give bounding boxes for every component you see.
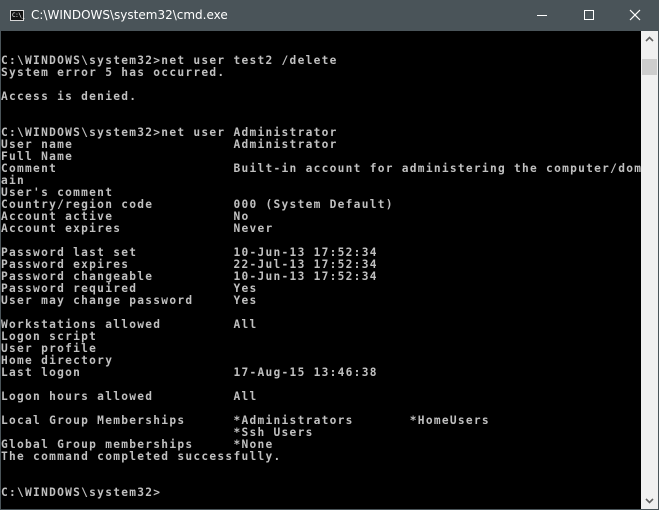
window-title: C:\WINDOWS\system32\cmd.exe <box>31 8 228 22</box>
console-text: C:\WINDOWS\system32>net user test2 /dele… <box>1 43 641 499</box>
maximize-button[interactable] <box>566 0 612 31</box>
chevron-down-icon <box>645 498 654 504</box>
console-line: Last logon 17-Aug-15 13:46:38 <box>1 366 378 379</box>
vertical-scrollbar[interactable] <box>641 31 658 509</box>
console-line: Comment Built-in account for administeri… <box>1 162 641 175</box>
close-button[interactable] <box>612 0 658 31</box>
cmd-window: C:\_ C:\WINDOWS\system32\cmd.exe C:\WIND… <box>0 0 659 510</box>
console-line: User name Administrator <box>1 138 338 151</box>
console-line: Workstations allowed All <box>1 318 258 331</box>
chevron-up-icon <box>645 36 654 42</box>
console-line: The command completed successfully. <box>1 450 282 463</box>
console-line: Access is denied. <box>1 90 138 103</box>
console-output[interactable]: C:\WINDOWS\system32>net user test2 /dele… <box>1 31 641 509</box>
close-icon <box>629 9 641 21</box>
maximize-icon <box>584 10 594 20</box>
console-line: Logon hours allowed All <box>1 390 258 403</box>
title-bar[interactable]: C:\_ C:\WINDOWS\system32\cmd.exe <box>0 0 659 31</box>
console-line: System error 5 has occurred. <box>1 66 226 79</box>
console-line: Account expires Never <box>1 222 274 235</box>
console-line: Logon script <box>1 330 98 343</box>
console-line: C:\WINDOWS\system32> <box>1 486 162 499</box>
console-line: User may change password Yes <box>1 294 258 307</box>
scroll-up-button[interactable] <box>641 31 658 48</box>
scroll-down-button[interactable] <box>641 492 658 509</box>
cmd-icon[interactable]: C:\_ <box>10 10 25 21</box>
cmd-icon-glyph: C:\_ <box>12 12 25 19</box>
minimize-icon <box>537 15 547 16</box>
scroll-thumb[interactable] <box>642 59 657 75</box>
minimize-button[interactable] <box>520 0 566 31</box>
